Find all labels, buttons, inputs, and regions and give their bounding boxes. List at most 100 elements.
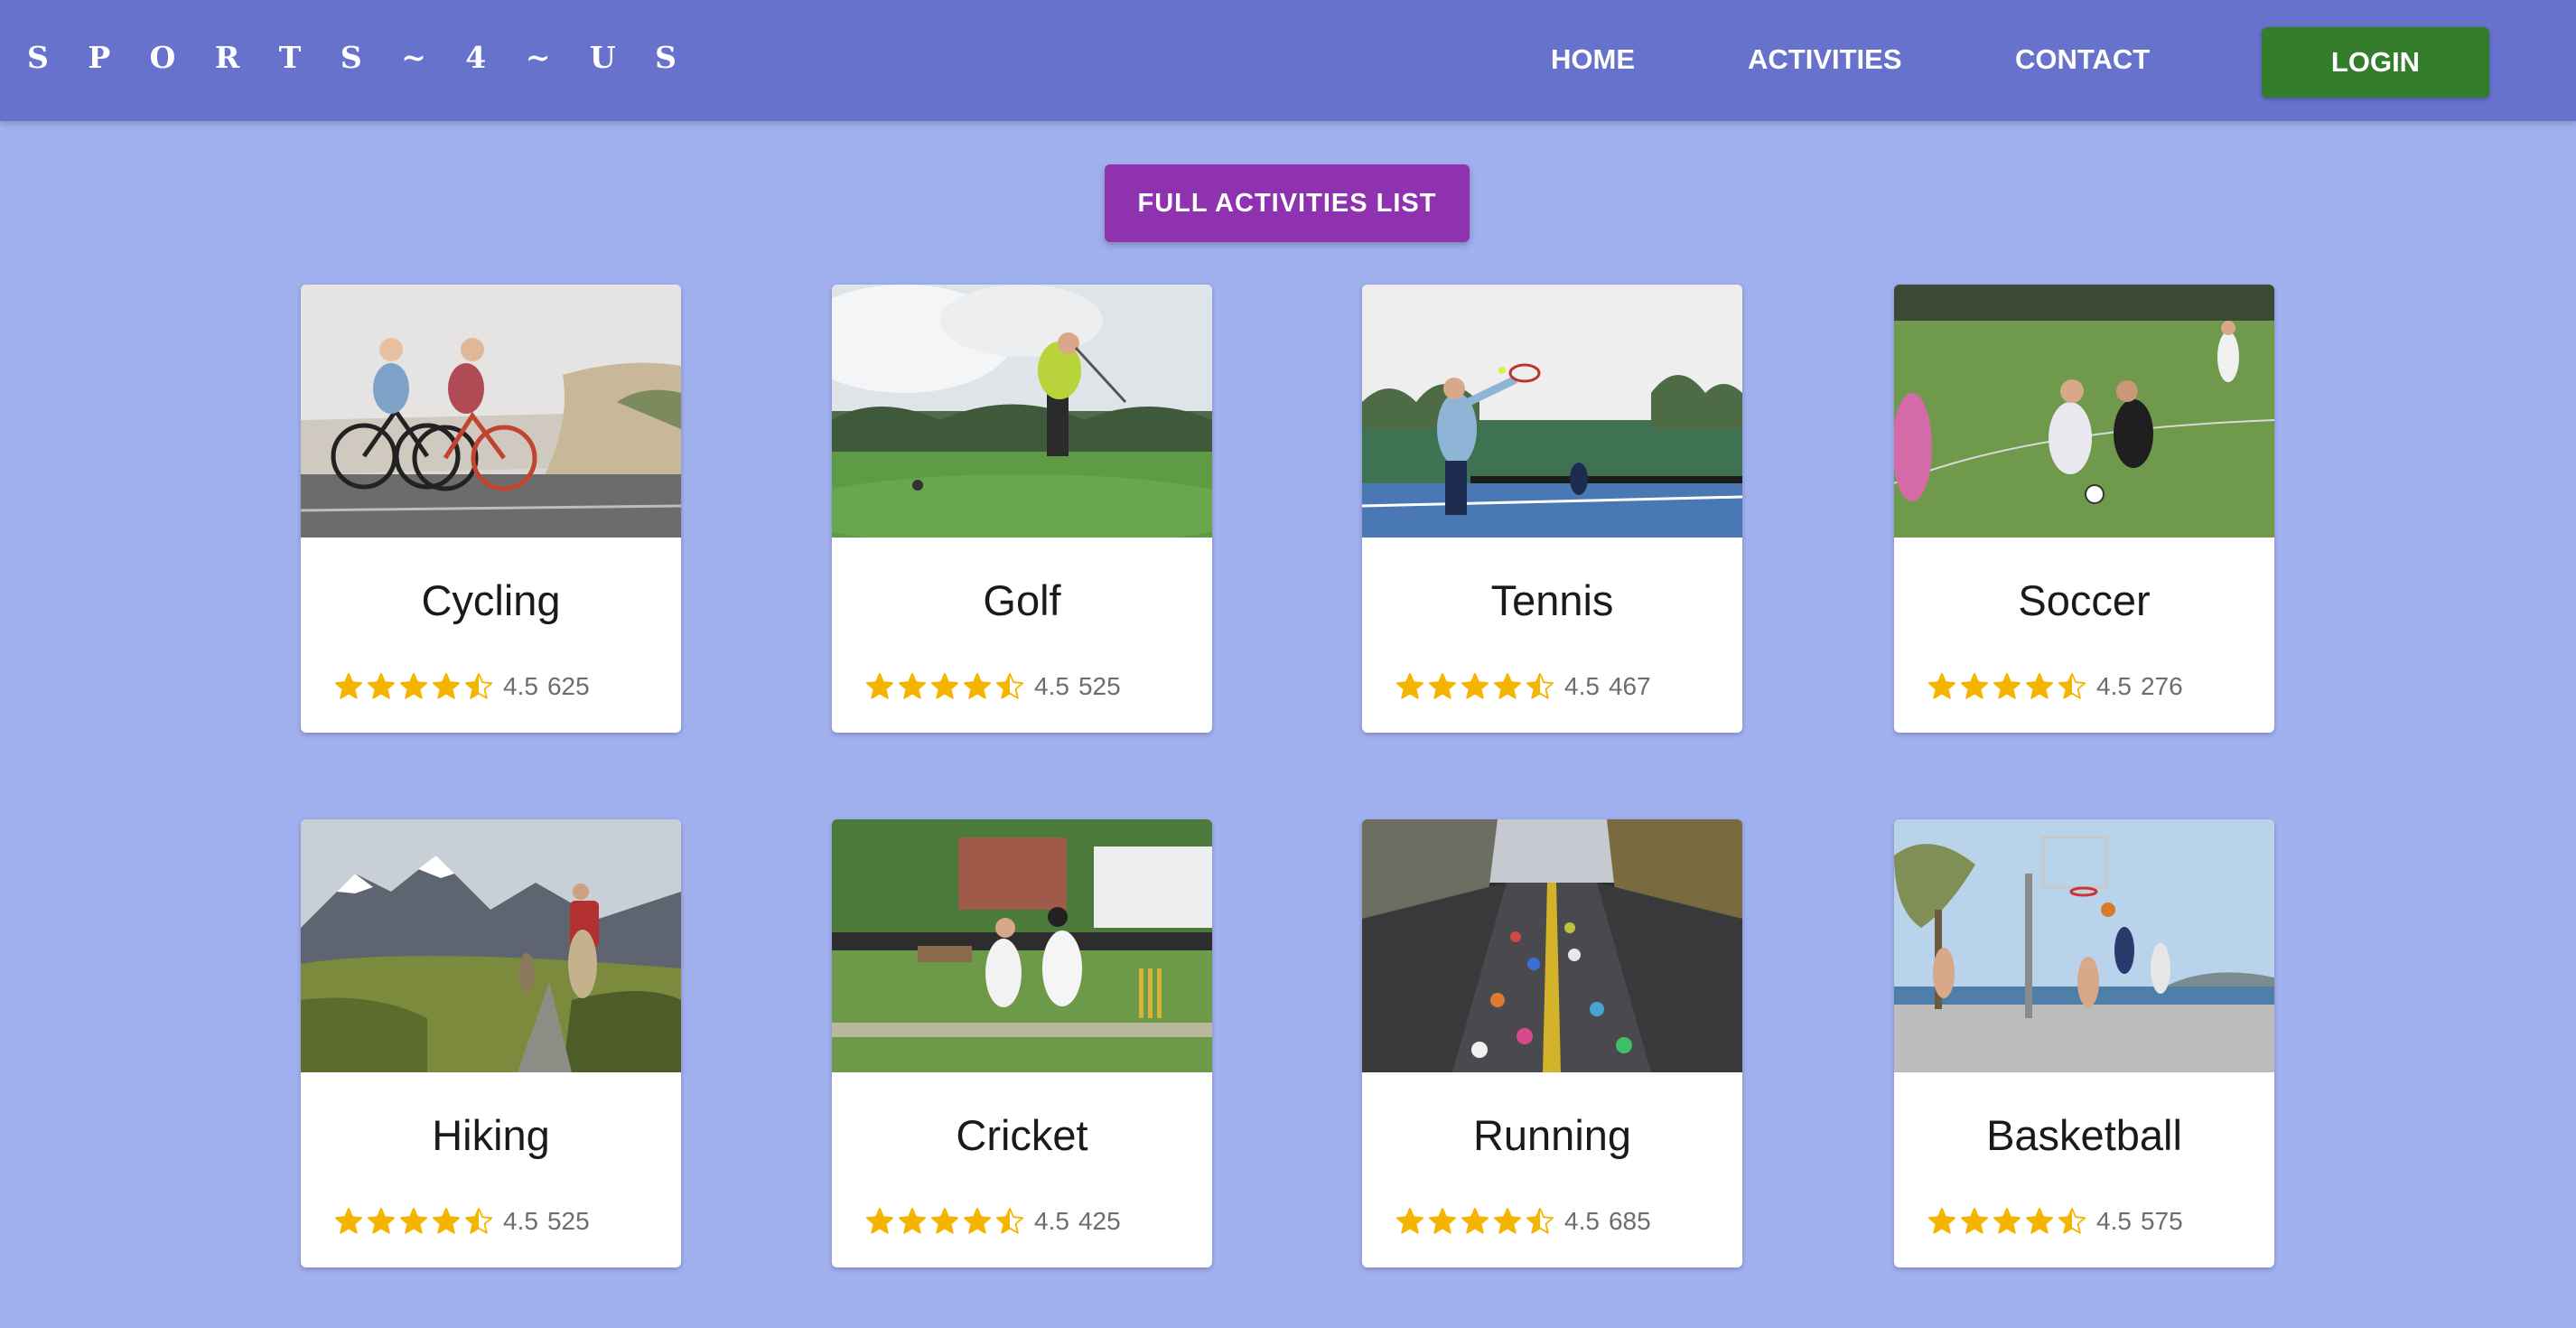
star-full-icon	[963, 1207, 992, 1234]
star-rating	[864, 671, 1027, 702]
card-title: Basketball	[1986, 1111, 2182, 1159]
activity-card-hiking[interactable]: Hiking 4.5 525	[301, 819, 681, 1267]
star-half-icon	[464, 672, 493, 699]
star-full-icon	[334, 672, 363, 699]
star-half-icon	[1526, 1207, 1554, 1234]
card-rating: 4.5 525	[333, 1203, 590, 1239]
brand-logo[interactable]: S P O R T S ~ 4 ~ U S	[27, 40, 691, 75]
login-button[interactable]: LOGIN	[2262, 27, 2489, 98]
star-full-icon	[1395, 1207, 1424, 1234]
star-full-icon	[930, 672, 959, 699]
star-half-icon	[995, 1207, 1024, 1234]
rating-value: 4.5	[503, 1207, 538, 1235]
star-rating	[1927, 1206, 2089, 1237]
star-full-icon	[2025, 1207, 2054, 1234]
activity-card-cricket[interactable]: Cricket 4.5 425	[832, 819, 1212, 1267]
card-title: Cycling	[421, 576, 561, 624]
card-rating: 4.5 525	[864, 669, 1121, 705]
golf-photo	[832, 285, 1212, 538]
card-rating: 4.5 425	[864, 1203, 1121, 1239]
star-half-icon	[2058, 1207, 2086, 1234]
star-half-icon	[2058, 672, 2086, 699]
hiking-photo	[301, 819, 681, 1072]
card-title: Running	[1472, 1111, 1632, 1159]
star-full-icon	[1461, 672, 1489, 699]
star-full-icon	[432, 672, 461, 699]
rating-count: 425	[1078, 1207, 1121, 1235]
star-full-icon	[1395, 672, 1424, 699]
star-full-icon	[963, 672, 992, 699]
rating-value: 4.5	[1034, 672, 1069, 700]
star-full-icon	[898, 672, 927, 699]
activity-card-cycling[interactable]: Cycling 4.5 625	[301, 285, 681, 733]
star-rating	[1395, 1206, 1557, 1237]
star-full-icon	[432, 1207, 461, 1234]
card-rating: 4.5 467	[1395, 669, 1651, 705]
activity-card-golf[interactable]: Golf 4.5 525	[832, 285, 1212, 733]
rating-value: 4.5	[503, 672, 538, 700]
star-full-icon	[865, 1207, 894, 1234]
activity-card-tennis[interactable]: Tennis 4.5 467	[1362, 285, 1742, 733]
card-title: Hiking	[432, 1111, 550, 1159]
rating-value: 4.5	[1034, 1207, 1069, 1235]
star-rating	[864, 1206, 1027, 1237]
rating-value: 4.5	[1564, 672, 1600, 700]
star-full-icon	[865, 672, 894, 699]
star-half-icon	[995, 672, 1024, 699]
rating-count: 467	[1608, 672, 1651, 700]
card-rating: 4.5 575	[1927, 1203, 2183, 1239]
activity-card-soccer[interactable]: Soccer 4.5 276	[1894, 285, 2274, 733]
rating-count: 525	[1078, 672, 1121, 700]
star-full-icon	[1493, 1207, 1522, 1234]
star-rating	[1395, 671, 1557, 702]
rating-count: 625	[546, 672, 590, 700]
star-full-icon	[1927, 672, 1956, 699]
activity-card-basketball[interactable]: Basketball 4.5 575	[1894, 819, 2274, 1267]
star-full-icon	[367, 672, 396, 699]
star-full-icon	[1993, 672, 2021, 699]
card-rating: 4.5 685	[1395, 1203, 1651, 1239]
nav-contact-link[interactable]: CONTACT	[2015, 43, 2150, 76]
star-full-icon	[367, 1207, 396, 1234]
full-activities-list-button[interactable]: FULL ACTIVITIES LIST	[1105, 164, 1470, 242]
cycling-photo	[301, 285, 681, 538]
star-full-icon	[399, 672, 428, 699]
star-half-icon	[1526, 672, 1554, 699]
rating-value: 4.5	[2096, 1207, 2132, 1235]
star-rating	[1927, 671, 2089, 702]
rating-count: 685	[1608, 1207, 1651, 1235]
star-full-icon	[1993, 1207, 2021, 1234]
star-full-icon	[1960, 1207, 1989, 1234]
card-title: Tennis	[1490, 576, 1614, 624]
star-full-icon	[334, 1207, 363, 1234]
star-full-icon	[2025, 672, 2054, 699]
star-full-icon	[1493, 672, 1522, 699]
rating-count: 525	[546, 1207, 590, 1235]
basketball-photo	[1894, 819, 2274, 1072]
rating-count: 575	[2140, 1207, 2183, 1235]
rating-count: 276	[2140, 672, 2183, 700]
star-full-icon	[930, 1207, 959, 1234]
star-half-icon	[464, 1207, 493, 1234]
star-rating	[333, 671, 496, 702]
nav-home-link[interactable]: HOME	[1551, 43, 1635, 76]
tennis-photo	[1362, 285, 1742, 538]
star-full-icon	[1461, 1207, 1489, 1234]
nav-activities-link[interactable]: ACTIVITIES	[1748, 43, 1902, 76]
card-title: Golf	[983, 576, 1061, 624]
top-navbar: S P O R T S ~ 4 ~ U S HOME ACTIVITIES CO…	[0, 0, 2576, 121]
card-rating: 4.5 276	[1927, 669, 2183, 705]
star-full-icon	[399, 1207, 428, 1234]
star-full-icon	[1960, 672, 1989, 699]
star-full-icon	[1428, 672, 1457, 699]
card-rating: 4.5 625	[333, 669, 590, 705]
rating-value: 4.5	[2096, 672, 2132, 700]
soccer-photo	[1894, 285, 2274, 538]
rating-value: 4.5	[1564, 1207, 1600, 1235]
activity-card-running[interactable]: Running 4.5 685	[1362, 819, 1742, 1267]
cricket-photo	[832, 819, 1212, 1072]
star-full-icon	[1428, 1207, 1457, 1234]
star-full-icon	[898, 1207, 927, 1234]
running-photo	[1362, 819, 1742, 1072]
card-title: Cricket	[956, 1111, 1088, 1159]
